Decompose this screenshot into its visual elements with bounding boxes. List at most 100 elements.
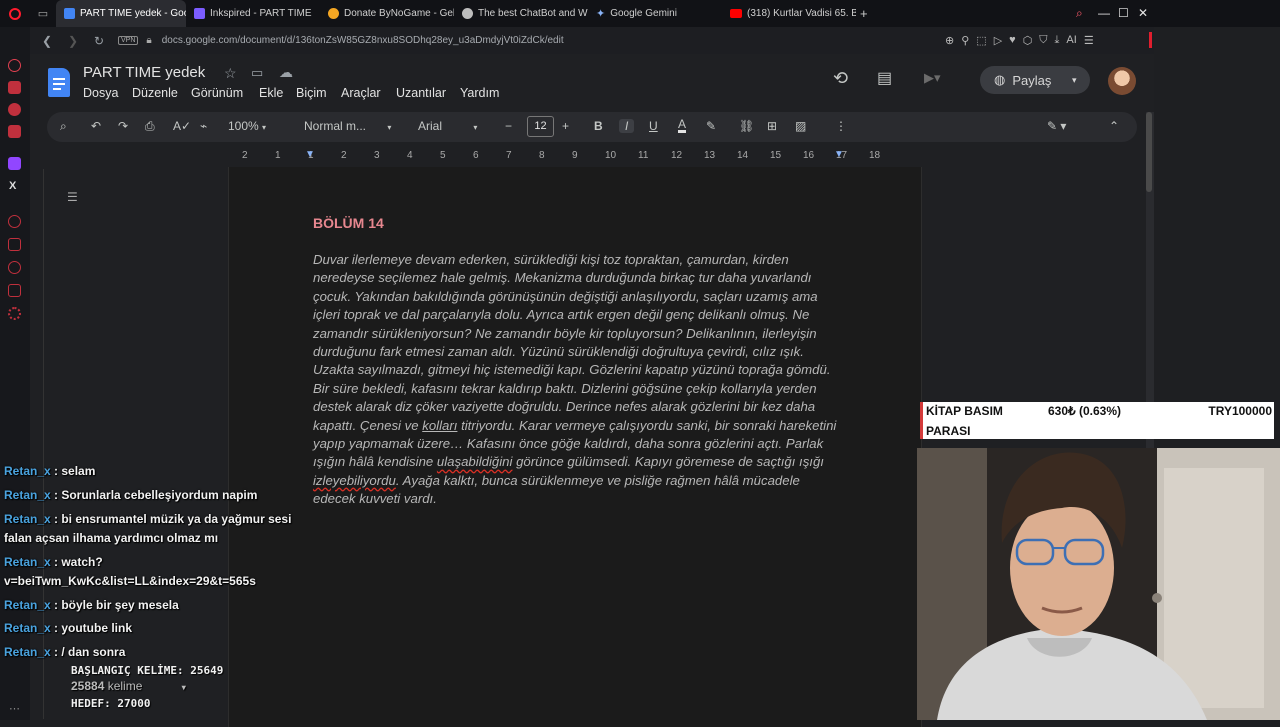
workspaces-icon[interactable]: ▭ — [30, 7, 56, 20]
extensions-icon[interactable] — [8, 284, 21, 297]
add-comment-icon[interactable]: ⊞ — [767, 119, 777, 133]
opera-sidebar: X ⋯ — [0, 27, 30, 720]
messenger-icon[interactable] — [8, 103, 21, 116]
italic-button[interactable]: I — [619, 119, 635, 133]
left-indent-marker-icon[interactable]: ▼ — [305, 149, 315, 160]
maximize-icon[interactable]: ☐ — [1118, 6, 1129, 20]
redo-icon[interactable]: ↷ — [118, 119, 128, 133]
document-page[interactable]: BÖLÜM 14 Duvar ilerlemeye devam ederken,… — [228, 167, 922, 727]
tab-youtube[interactable]: (318) Kurtlar Vadisi 65. Bö — [722, 0, 856, 27]
bold-button[interactable]: B — [594, 119, 603, 133]
reload-icon[interactable]: ↻ — [90, 34, 108, 48]
ruler-tick-label: 1 — [275, 150, 281, 161]
insert-link-icon[interactable]: ⛓ — [739, 119, 754, 133]
avatar[interactable] — [1108, 67, 1136, 95]
menu-extensions[interactable]: Uzantılar — [396, 86, 446, 100]
menu-insert[interactable]: Ekle — [259, 86, 283, 100]
share-button[interactable]: ◍ Paylaş ▾ — [980, 66, 1090, 94]
tab-inkspired[interactable]: Inkspired - PART TIME — [186, 0, 320, 27]
word-counter-overlay: BAŞLANGIÇ KELİME: 25649 25884 kelime ▾ H… — [71, 664, 223, 710]
chat-message: Retan_x : Sorunlarla cebelleşiyordum nap… — [4, 488, 258, 502]
decrease-font-size-icon[interactable]: − — [505, 119, 512, 133]
download-icon[interactable]: ⤓ — [1055, 34, 1060, 47]
font-size-input[interactable]: 12 — [527, 116, 554, 137]
close-window-icon[interactable]: ✕ — [1138, 6, 1148, 20]
zoom-select[interactable]: 100% ▾ — [228, 119, 266, 133]
right-indent-marker-icon[interactable]: ▼ — [834, 149, 844, 160]
comments-icon[interactable]: ▤ — [877, 68, 892, 88]
increase-font-size-icon[interactable]: + — [562, 119, 569, 133]
minimize-icon[interactable]: — — [1098, 6, 1110, 20]
extensions-puzzle-icon[interactable]: ⬡ — [1023, 34, 1033, 47]
url-field[interactable]: docs.google.com/document/d/136tonZsW85GZ… — [162, 35, 564, 46]
cloud-status-icon[interactable]: ☁ — [279, 64, 293, 81]
gemini-favicon-icon: ✦ — [596, 8, 606, 20]
donation-goal-widget: KİTAP BASIM PARASI 630₺ (0.63%) TRY10000… — [920, 402, 1274, 439]
music-icon[interactable] — [8, 81, 21, 94]
insert-image-icon[interactable]: ▨ — [795, 119, 806, 133]
text-color-button[interactable]: A — [678, 118, 687, 133]
menu-help[interactable]: Yardım — [460, 86, 499, 100]
font-select[interactable]: Arial ▾ — [418, 119, 477, 133]
menu-format[interactable]: Biçim — [296, 86, 327, 100]
more-options-icon[interactable]: ⋮ — [835, 119, 847, 133]
easy-setup-icon[interactable]: ☰ — [1084, 34, 1094, 47]
pin-icon[interactable]: ⚲ — [961, 34, 969, 47]
tab-docs[interactable]: PART TIME yedek - Google — [56, 0, 186, 27]
chat-message: Retan_x : selam — [4, 464, 96, 478]
player-icon[interactable] — [8, 215, 21, 228]
tab-gemini[interactable]: ✦ Google Gemini — [588, 0, 722, 27]
spellcheck-icon[interactable]: A✓ — [173, 119, 191, 133]
x-twitter-icon[interactable]: X — [9, 180, 16, 192]
youtube-favicon-icon — [730, 9, 742, 18]
document-title[interactable]: PART TIME yedek — [83, 64, 205, 81]
back-icon[interactable]: ❮ — [38, 34, 56, 48]
docs-header: PART TIME yedek ☆ ▭ ☁ Dosya Düzenle Görü… — [30, 54, 1154, 108]
more-sidebar-icon[interactable]: ⋯ — [9, 702, 20, 715]
zoom-icon[interactable]: ⊕ — [945, 34, 954, 47]
vpn-badge[interactable]: VPN — [118, 36, 139, 45]
menu-edit[interactable]: Düzenle — [132, 86, 178, 100]
pinboard-icon[interactable] — [8, 238, 21, 251]
menu-tools[interactable]: Araçlar — [341, 86, 381, 100]
twitch-icon[interactable] — [8, 157, 21, 170]
snapshot-icon[interactable]: ⬚ — [976, 34, 986, 47]
undo-icon[interactable]: ↶ — [91, 119, 101, 133]
docs-logo-icon[interactable] — [48, 68, 70, 97]
editing-mode-icon[interactable]: ✎ ▾ — [1047, 119, 1066, 133]
search-menus-icon[interactable]: ⌕ — [60, 119, 67, 134]
star-icon[interactable]: ☆ — [224, 65, 237, 82]
move-folder-icon[interactable]: ▭ — [251, 65, 263, 81]
lock-icon[interactable]: 🔒︎ — [146, 35, 151, 46]
play-icon[interactable]: ▷ — [994, 34, 1002, 47]
aria-icon[interactable] — [8, 59, 21, 72]
shield-icon[interactable]: ⛉ — [1039, 34, 1047, 47]
underline-button[interactable]: U — [649, 119, 658, 133]
style-select[interactable]: Normal m... ▾ — [304, 119, 391, 133]
print-icon[interactable]: ⎙ — [145, 119, 155, 134]
meet-video-icon[interactable]: ▶▾ — [924, 70, 941, 86]
paint-format-icon[interactable]: ⌁ — [200, 119, 207, 133]
scroll-thumb[interactable] — [1146, 112, 1152, 192]
history-icon[interactable] — [8, 261, 21, 274]
document-outline-icon[interactable]: ☰ — [67, 190, 78, 204]
settings-gear-icon[interactable] — [8, 307, 21, 320]
highlight-icon[interactable]: ✎ — [706, 119, 716, 133]
hide-menus-icon[interactable]: ⌃ — [1109, 119, 1119, 133]
ruler-tick-label: 10 — [605, 150, 617, 161]
menu-view[interactable]: Görünüm — [191, 86, 243, 100]
horizontal-ruler: 2 1 1 2 3 4 5 6 7 8 9 10 11 12 13 14 15 16 17 18 ▼ ▼ — [230, 149, 930, 164]
version-history-icon[interactable]: ⟲ — [833, 68, 848, 89]
mail-icon[interactable] — [8, 125, 21, 138]
menu-file[interactable]: Dosya — [83, 86, 118, 100]
tab-bynogame[interactable]: Donate ByNoGame - Gelir — [320, 0, 454, 27]
new-tab-button[interactable]: + — [860, 6, 868, 21]
opera-logo-icon[interactable] — [0, 0, 30, 27]
ruler-tick-label: 4 — [407, 150, 413, 161]
tab-chatbot[interactable]: The best ChatBot and Wik — [454, 0, 588, 27]
heart-icon[interactable]: ♥ — [1009, 34, 1016, 47]
share-dropdown-icon[interactable]: ▾ — [1072, 75, 1077, 86]
forward-icon[interactable]: ❯ — [64, 34, 82, 48]
ai-icon[interactable]: AI — [1066, 34, 1076, 47]
search-tabs-icon[interactable]: ⌕ — [1076, 6, 1083, 21]
